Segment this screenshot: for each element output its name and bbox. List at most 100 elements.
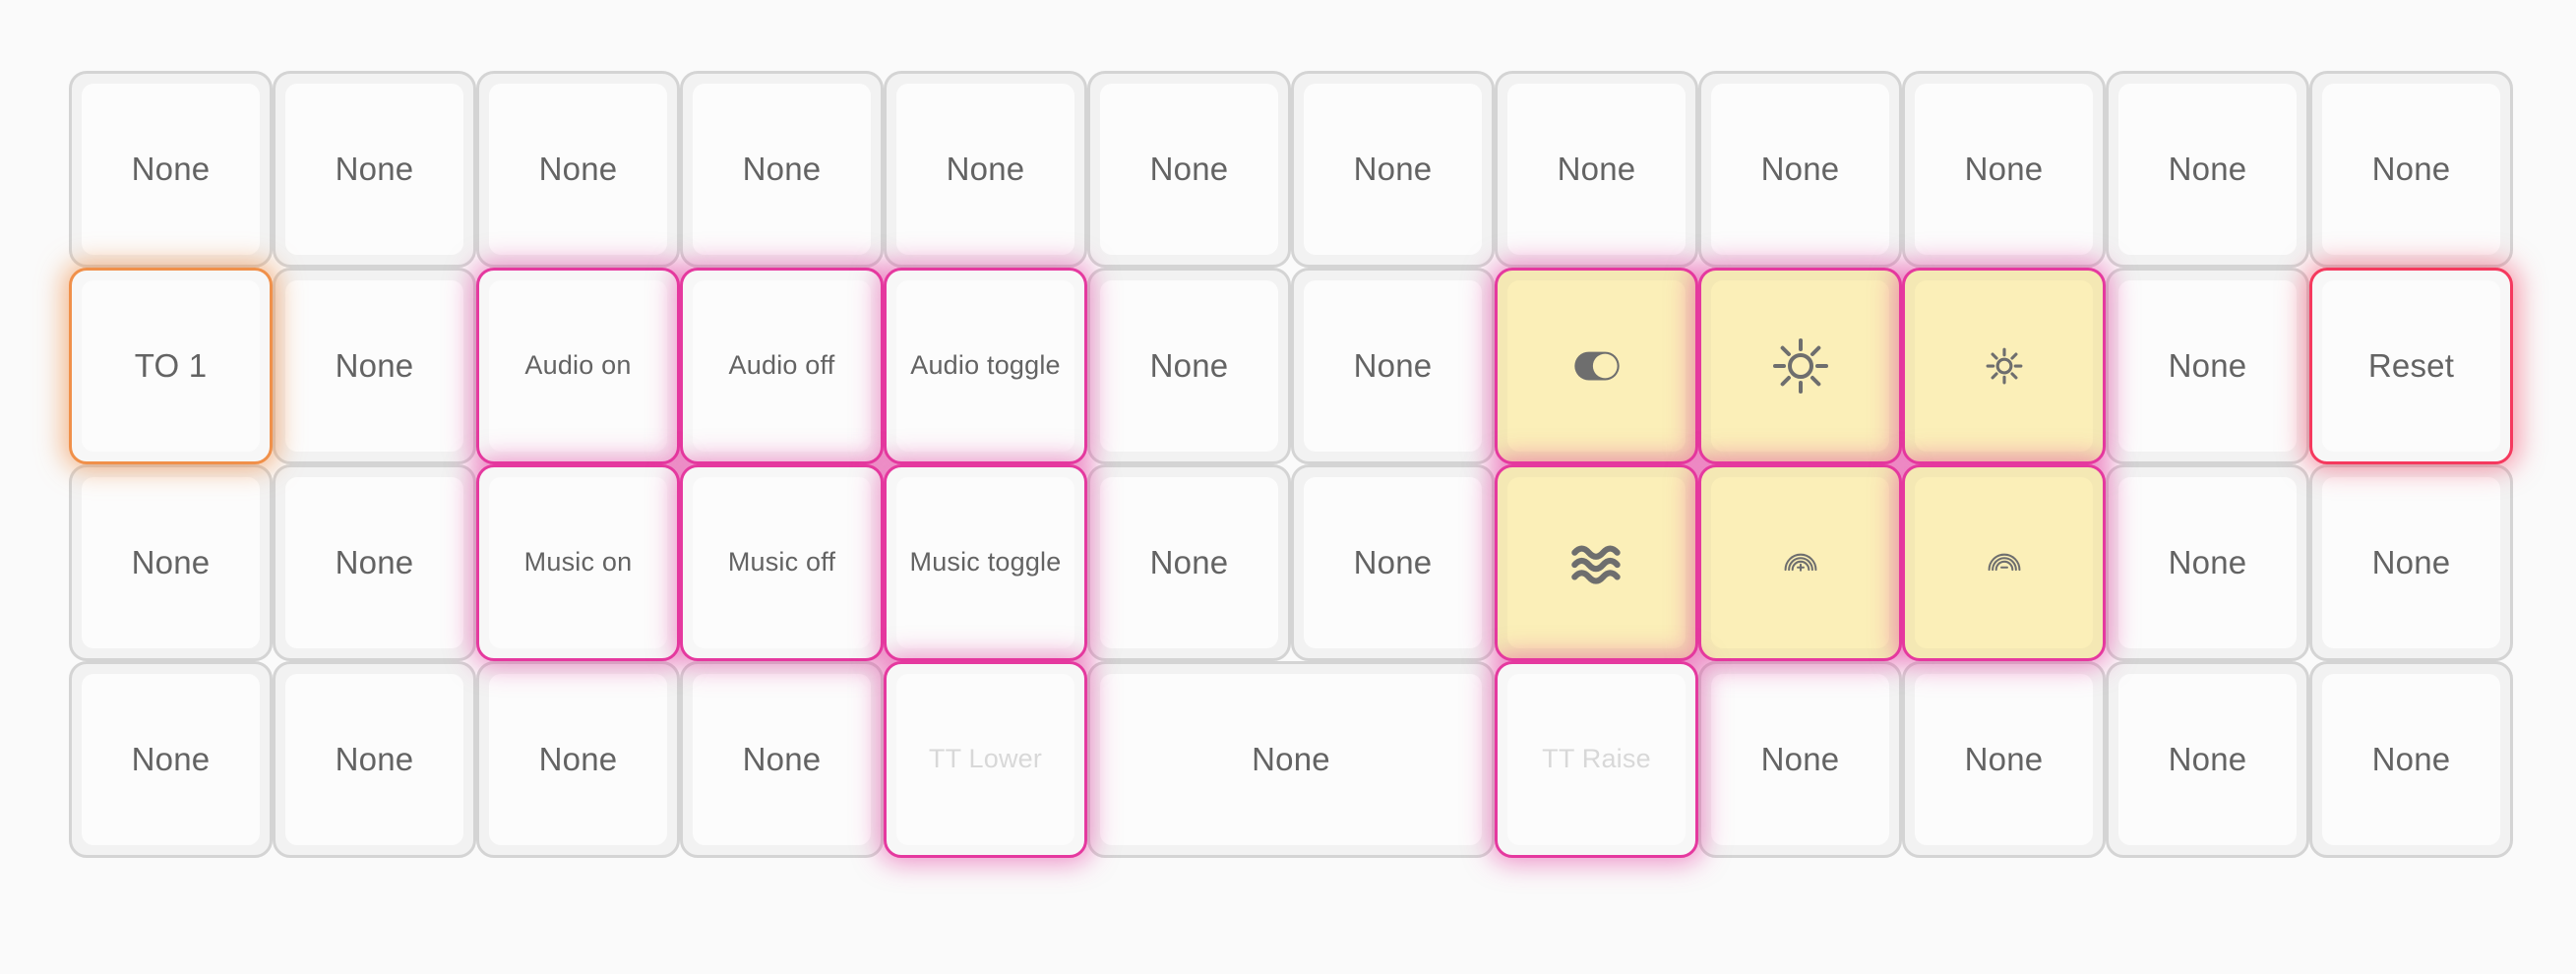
key-label: None: [2168, 347, 2247, 385]
keycap-r3c11: None: [2322, 674, 2500, 845]
key-label: None: [335, 151, 414, 188]
key-r0c0[interactable]: None: [69, 71, 273, 268]
key-r3c9[interactable]: None: [1902, 661, 2106, 858]
key-r1c11[interactable]: Reset: [2309, 268, 2513, 464]
key-r2c6[interactable]: None: [1291, 464, 1495, 661]
key-r2c3[interactable]: Music off: [680, 464, 884, 661]
keycap-r2c6: None: [1304, 477, 1482, 648]
keycap-r1c7: [1507, 280, 1686, 452]
key-r1c7[interactable]: [1495, 268, 1698, 464]
key-r0c4[interactable]: None: [884, 71, 1087, 268]
key-r1c6[interactable]: None: [1291, 268, 1495, 464]
key-r3c8[interactable]: None: [1698, 661, 1902, 858]
toggle-switch-icon: [1564, 334, 1629, 398]
key-label: None: [2168, 741, 2247, 778]
key-r1c10[interactable]: None: [2106, 268, 2309, 464]
key-label: None: [335, 347, 414, 385]
keycap-r2c11: None: [2322, 477, 2500, 648]
keycap-r0c8: None: [1711, 84, 1889, 255]
keycap-r2c8: [1711, 477, 1889, 648]
key-r0c6[interactable]: None: [1291, 71, 1495, 268]
key-label: None: [2371, 151, 2451, 188]
key-r2c0[interactable]: None: [69, 464, 273, 661]
key-label: None: [946, 151, 1025, 188]
keycap-r3c5: None: [1100, 674, 1482, 845]
key-r1c0[interactable]: TO 1: [69, 268, 273, 464]
keycap-r1c6: None: [1304, 280, 1482, 452]
key-label: TT Lower: [928, 744, 1043, 774]
brightness-down-icon: [1985, 346, 2024, 386]
key-label: None: [1760, 741, 1840, 778]
keycap-r3c4: TT Lower: [896, 674, 1074, 845]
key-r1c3[interactable]: Audio off: [680, 268, 884, 464]
keycap-r2c5: None: [1100, 477, 1278, 648]
key-label: None: [131, 544, 211, 581]
key-label: Audio toggle: [910, 350, 1061, 381]
key-label: Music off: [727, 547, 836, 578]
key-label: None: [1353, 151, 1433, 188]
key-label: None: [2168, 151, 2247, 188]
key-label: None: [538, 151, 618, 188]
keycap-r3c10: None: [2118, 674, 2297, 845]
keycap-r3c3: None: [693, 674, 871, 845]
keycap-r3c7: TT Raise: [1507, 674, 1686, 845]
keyboard-layout-grid: None None None None None None None None None None…: [0, 0, 2576, 974]
key-r2c4[interactable]: Music toggle: [884, 464, 1087, 661]
keycap-r1c1: None: [285, 280, 463, 452]
key-label: None: [1252, 741, 1330, 778]
key-label: None: [335, 544, 414, 581]
key-r3c10[interactable]: None: [2106, 661, 2309, 858]
key-label: TT Raise: [1542, 744, 1651, 774]
key-r2c9[interactable]: [1902, 464, 2106, 661]
keycap-r1c10: None: [2118, 280, 2297, 452]
brightness-up-icon: [1769, 335, 1832, 397]
key-r3c5[interactable]: None: [1087, 661, 1495, 858]
key-r2c2[interactable]: Music on: [476, 464, 680, 661]
keycap-r0c3: None: [693, 84, 871, 255]
key-label: None: [1149, 151, 1229, 188]
key-r3c1[interactable]: None: [273, 661, 476, 858]
key-r0c8[interactable]: None: [1698, 71, 1902, 268]
key-r2c11[interactable]: None: [2309, 464, 2513, 661]
key-r0c5[interactable]: None: [1087, 71, 1291, 268]
key-r0c7[interactable]: None: [1495, 71, 1698, 268]
key-r0c9[interactable]: None: [1902, 71, 2106, 268]
key-r2c10[interactable]: None: [2106, 464, 2309, 661]
key-label: None: [1149, 544, 1229, 581]
key-r3c7[interactable]: TT Raise: [1495, 661, 1698, 858]
key-label: Audio off: [728, 350, 835, 381]
key-label: Music toggle: [909, 547, 1062, 578]
key-label: TO 1: [134, 347, 208, 385]
key-r2c8[interactable]: [1698, 464, 1902, 661]
key-r0c11[interactable]: None: [2309, 71, 2513, 268]
key-r1c1[interactable]: None: [273, 268, 476, 464]
key-r3c4[interactable]: TT Lower: [884, 661, 1087, 858]
key-label: None: [1353, 544, 1433, 581]
keycap-r2c4: Music toggle: [896, 477, 1074, 648]
key-r3c11[interactable]: None: [2309, 661, 2513, 858]
keycap-r2c1: None: [285, 477, 463, 648]
keycap-r0c0: None: [82, 84, 260, 255]
key-r1c5[interactable]: None: [1087, 268, 1291, 464]
key-r1c8[interactable]: [1698, 268, 1902, 464]
keycap-r2c7: [1507, 477, 1686, 648]
key-r2c1[interactable]: None: [273, 464, 476, 661]
keycap-r3c2: None: [489, 674, 667, 845]
key-r0c10[interactable]: None: [2106, 71, 2309, 268]
key-r0c1[interactable]: None: [273, 71, 476, 268]
hue-up-icon: [1782, 544, 1819, 581]
key-r0c3[interactable]: None: [680, 71, 884, 268]
keycap-r0c10: None: [2118, 84, 2297, 255]
key-r3c3[interactable]: None: [680, 661, 884, 858]
key-r2c5[interactable]: None: [1087, 464, 1291, 661]
key-r3c0[interactable]: None: [69, 661, 273, 858]
key-r1c4[interactable]: Audio toggle: [884, 268, 1087, 464]
key-r0c2[interactable]: None: [476, 71, 680, 268]
key-r1c9[interactable]: [1902, 268, 2106, 464]
key-r3c2[interactable]: None: [476, 661, 680, 858]
keycap-r0c5: None: [1100, 84, 1278, 255]
keycap-r1c0: TO 1: [82, 280, 260, 452]
key-r2c7[interactable]: [1495, 464, 1698, 661]
key-label: Music on: [523, 547, 633, 578]
key-r1c2[interactable]: Audio on: [476, 268, 680, 464]
